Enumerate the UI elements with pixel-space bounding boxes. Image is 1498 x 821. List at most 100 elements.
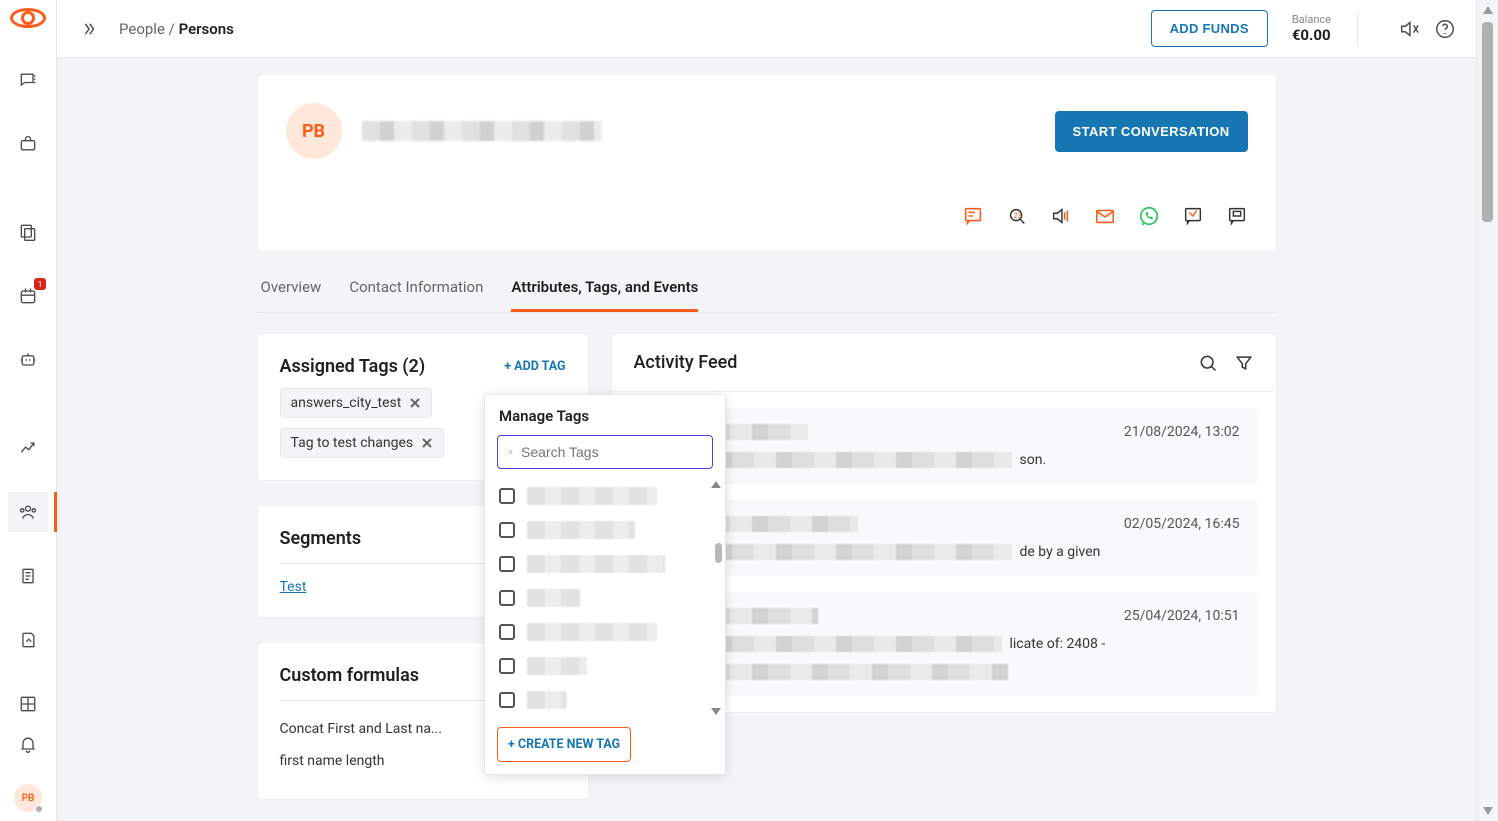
redacted-tag [527,657,587,675]
nav-bot[interactable] [8,340,48,380]
tag-option[interactable] [499,615,721,649]
nav-toolbox[interactable] [8,124,48,164]
sidebar-expand-button[interactable] [77,17,101,41]
tag-option[interactable] [499,581,721,615]
nav-analytics[interactable] [8,428,48,468]
tags-search-wrapper [497,435,713,469]
nav-badge: 1 [34,278,46,290]
page-scrollbar[interactable] [1476,0,1498,821]
nav-conversations[interactable] [8,60,48,100]
feed-snippet: de by a given [1020,544,1101,560]
manage-tags-popup: Manage Tags + CREATE NEW TAG [484,394,726,775]
feed-snippet: licate of: 2408 - [1010,636,1106,652]
tag-option[interactable] [499,479,721,513]
mute-icon[interactable] [1398,18,1420,40]
breadcrumb: People / Persons [119,20,234,38]
channel-icons-row: 23 [286,205,1248,227]
main-content: PB START CONVERSATION 23 Overview Contac… [57,58,1476,821]
redacted-tag [527,521,635,539]
checkbox[interactable] [499,488,515,504]
tab-overview[interactable]: Overview [261,268,322,312]
formula-name: first name length [280,753,385,769]
tab-attributes-tags-events[interactable]: Attributes, Tags, and Events [511,268,698,312]
person-avatar: PB [286,103,342,159]
nav-forms[interactable] [8,556,48,596]
checkbox[interactable] [499,692,515,708]
tag-label: answers_city_test [291,395,402,411]
breadcrumb-root[interactable]: People [119,20,165,38]
top-bar: People / Persons ADD FUNDS Balance €0.00 [57,0,1476,58]
breadcrumb-current: Persons [179,20,234,38]
tag-option[interactable] [499,547,721,581]
channel-sms-icon[interactable] [962,205,984,227]
tag-option[interactable] [499,683,721,717]
segment-link[interactable]: Test [280,579,307,595]
tab-contact-info[interactable]: Contact Information [349,268,483,312]
tag-label: Tag to test changes [291,435,414,451]
tag-chip: answers_city_test [280,388,433,418]
channel-viber-icon[interactable]: 23 [1006,205,1028,227]
redacted-tag [527,623,657,641]
tags-search-input[interactable] [521,444,702,460]
feed-timestamp: 02/05/2024, 16:45 [1124,516,1240,532]
tag-chip: Tag to test changes [280,428,445,458]
avatar-initials: PB [22,793,35,804]
redacted-tag [527,589,581,607]
tag-option[interactable] [499,513,721,547]
nav-reports[interactable] [8,620,48,660]
help-icon[interactable] [1434,18,1456,40]
redacted-tag [527,487,657,505]
scroll-up-icon[interactable] [1483,6,1493,14]
nav-grid[interactable] [8,684,48,724]
search-icon [508,444,513,460]
channel-push-icon[interactable] [1182,205,1204,227]
scroll-down-icon[interactable] [711,708,721,715]
add-funds-button[interactable]: ADD FUNDS [1151,10,1268,47]
add-tag-button[interactable]: + ADD TAG [504,359,565,374]
remove-tag-icon[interactable] [409,397,421,409]
feed-timestamp: 21/08/2024, 13:02 [1124,424,1240,440]
channel-inapp-icon[interactable] [1226,205,1248,227]
channel-email-icon[interactable] [1094,205,1116,227]
balance-display: Balance €0.00 [1292,13,1331,44]
start-conversation-button[interactable]: START CONVERSATION [1055,111,1248,152]
scroll-up-icon[interactable] [711,481,721,488]
filter-icon[interactable] [1234,353,1254,373]
checkbox[interactable] [499,590,515,606]
checkbox[interactable] [499,624,515,640]
left-sidebar: 1 PB [0,0,57,821]
app-logo[interactable] [10,8,46,28]
search-icon[interactable] [1198,353,1218,373]
person-header-card: PB START CONVERSATION 23 [257,74,1277,252]
scroll-down-icon[interactable] [1483,807,1493,815]
svg-text:23: 23 [1013,211,1021,220]
person-name-redacted [362,121,602,141]
channel-voice-icon[interactable] [1050,205,1072,227]
scrollbar-thumb[interactable] [1482,22,1493,222]
redacted-tag [527,555,665,573]
nav-templates[interactable] [8,212,48,252]
feed-timestamp: 25/04/2024, 10:51 [1124,608,1240,624]
manage-tags-title: Manage Tags [485,395,725,435]
redacted-tag [527,691,567,709]
tags-list[interactable] [485,479,725,717]
channel-whatsapp-icon[interactable] [1138,205,1160,227]
formula-name: Concat First and Last na... [280,721,443,737]
nav-calendar[interactable]: 1 [8,276,48,316]
tag-option[interactable] [499,649,721,683]
presence-indicator [35,805,43,813]
nav-notifications[interactable] [8,724,48,764]
checkbox[interactable] [499,522,515,538]
nav-people[interactable] [8,492,48,532]
remove-tag-icon[interactable] [421,437,433,449]
person-initials: PB [302,121,325,142]
activity-feed-title: Activity Feed [634,352,1182,373]
person-tabs: Overview Contact Information Attributes,… [257,268,1277,313]
feed-snippet: son. [1020,452,1047,468]
current-user-avatar[interactable]: PB [14,784,42,812]
checkbox[interactable] [499,556,515,572]
checkbox[interactable] [499,658,515,674]
create-new-tag-button[interactable]: + CREATE NEW TAG [497,727,631,762]
scrollbar-thumb[interactable] [715,543,722,563]
assigned-tags-title: Assigned Tags (2) [280,356,426,377]
